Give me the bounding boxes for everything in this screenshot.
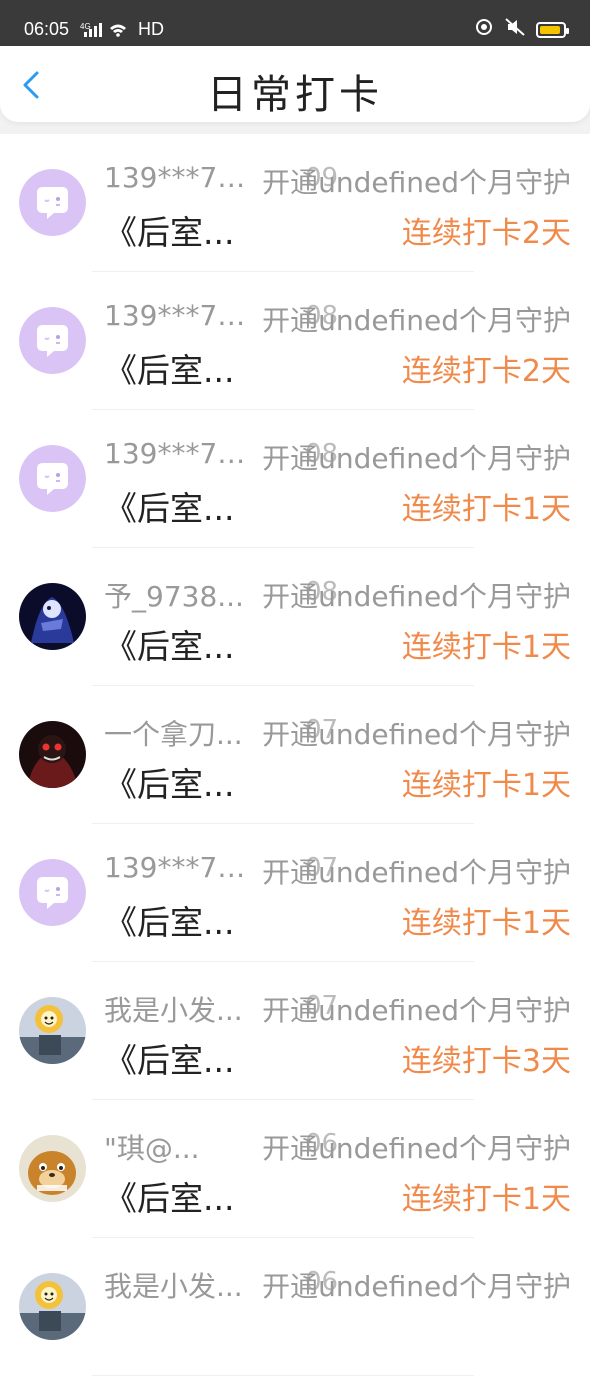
user-name: 我是小发... xyxy=(104,994,243,1027)
avatar[interactable] xyxy=(19,583,86,650)
list-item[interactable]: 一个拿刀... 07 开通undefined个月守护 《后室... 连续打卡1天 xyxy=(0,686,590,824)
avatar[interactable] xyxy=(19,307,86,374)
action-text: 开通undefined个月守护 xyxy=(262,994,571,1027)
page-header: 日常打卡 xyxy=(0,46,590,122)
list-item[interactable]: 我是小发... 07 开通undefined个月守护 《后室... 连续打卡3天 xyxy=(0,962,590,1100)
alarm-icon xyxy=(474,17,494,42)
streak-label: 连续打卡1天 xyxy=(401,630,571,665)
action-text: 开通undefined个月守护 xyxy=(262,1132,571,1165)
user-name: 139***70... xyxy=(104,851,254,884)
user-name: 我是小发... xyxy=(104,1270,243,1303)
mute-icon xyxy=(504,17,526,42)
list-item[interactable]: 予_9738... 08 开通undefined个月守护 《后室... 连续打卡1天 xyxy=(0,548,590,686)
user-name: "琪@... xyxy=(104,1132,200,1165)
book-title: 《后室... xyxy=(104,765,235,804)
streak-label: 连续打卡2天 xyxy=(401,354,571,389)
list-item[interactable]: 139***70... 07 开通undefined个月守护 《后室... 连续打卡1天 xyxy=(0,824,590,962)
status-bar: 06:05 4G HD xyxy=(0,0,590,46)
hd-label: HD xyxy=(138,19,164,39)
status-right xyxy=(474,17,569,42)
avatar[interactable] xyxy=(19,1135,86,1202)
list-item[interactable]: 139***70... 08 开通undefined个月守护 《后室... 连续打卡1天 xyxy=(0,410,590,548)
list-item[interactable]: "琪@... 06 开通undefined个月守护 《后室... 连续打卡1天 xyxy=(0,1100,590,1238)
user-name: 一个拿刀... xyxy=(104,718,243,751)
book-title: 《后室... xyxy=(104,213,235,252)
streak-label: 连续打卡1天 xyxy=(401,768,571,803)
action-text: 开通undefined个月守护 xyxy=(262,442,571,475)
avatar[interactable] xyxy=(19,169,86,236)
user-name: 予_9738... xyxy=(104,580,244,613)
battery-icon xyxy=(536,21,569,38)
signal-icon: 4G xyxy=(80,20,132,43)
avatar[interactable] xyxy=(19,721,86,788)
streak-label: 连续打卡1天 xyxy=(401,1182,571,1217)
streak-label: 连续打卡3天 xyxy=(401,1044,571,1079)
book-title: 《后室... xyxy=(104,1041,235,1080)
action-text: 开通undefined个月守护 xyxy=(262,718,571,751)
book-title: 《后室... xyxy=(104,489,235,528)
user-name: 139***70... xyxy=(104,437,254,470)
action-text: 开通undefined个月守护 xyxy=(262,1270,571,1303)
status-time: 06:05 xyxy=(24,19,70,39)
avatar[interactable] xyxy=(19,445,86,512)
user-name: 139***70... xyxy=(104,299,254,332)
action-text: 开通undefined个月守护 xyxy=(262,166,571,199)
checkin-list: 139***70... 09 开通undefined个月守护 《后室... 连续打卡2天… xyxy=(0,134,590,1376)
page-title: 日常打卡 xyxy=(207,72,383,118)
book-title: 《后室... xyxy=(104,1179,235,1218)
action-text: 开通undefined个月守护 xyxy=(262,856,571,889)
streak-label: 连续打卡1天 xyxy=(401,492,571,527)
avatar[interactable] xyxy=(19,859,86,926)
book-title: 《后室... xyxy=(104,351,235,390)
book-title: 《后室... xyxy=(104,627,235,666)
streak-label: 连续打卡2天 xyxy=(401,216,571,251)
list-item[interactable]: 我是小发... 06 开通undefined个月守护 xyxy=(0,1238,590,1376)
streak-label: 连续打卡1天 xyxy=(401,906,571,941)
book-title: 《后室... xyxy=(104,903,235,942)
action-text: 开通undefined个月守护 xyxy=(262,304,571,337)
action-text: 开通undefined个月守护 xyxy=(262,580,571,613)
user-name: 139***70... xyxy=(104,161,254,194)
list-item[interactable]: 139***70... 09 开通undefined个月守护 《后室... 连续打卡2天 xyxy=(0,134,590,272)
list-item[interactable]: 139***70... 08 开通undefined个月守护 《后室... 连续打卡2天 xyxy=(0,272,590,410)
avatar[interactable] xyxy=(19,997,86,1064)
avatar[interactable] xyxy=(19,1273,86,1340)
